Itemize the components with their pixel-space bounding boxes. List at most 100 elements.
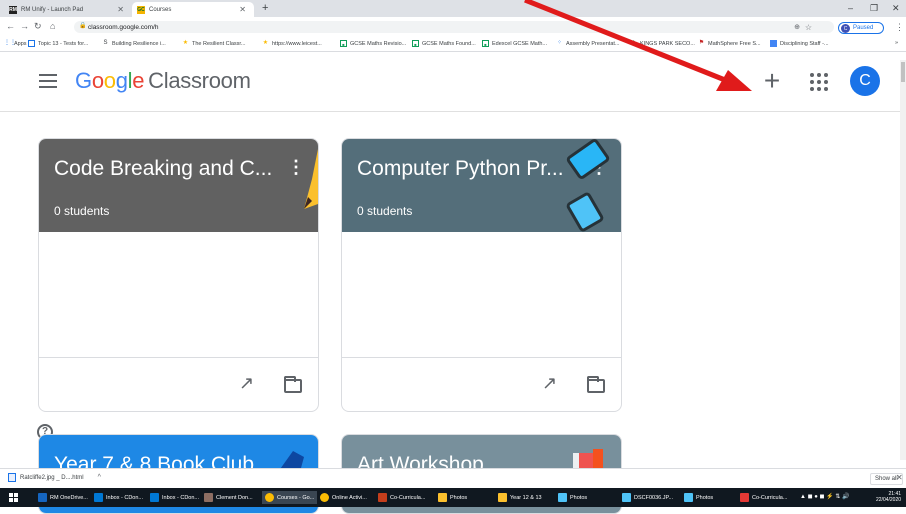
apps-grid-icon: ⋮⋮ [4,40,16,46]
course-card[interactable]: Code Breaking and C... 0 students ⋮ ↗ [38,138,319,412]
bookmark-item[interactable]: S Building Resilience i... [102,40,165,47]
bookmark-item[interactable]: ⁘ Assembly Presentat... [556,40,620,47]
bookmark-apps[interactable]: ⋮⋮ Apps [4,40,27,47]
windows-start-icon[interactable] [9,493,18,502]
account-avatar[interactable]: C [850,66,880,96]
chrome-icon [265,493,274,502]
dots-icon: ⁘ [556,40,563,46]
folder-icon [498,493,507,502]
more-bookmarks-icon[interactable]: » [895,40,898,46]
outlook-icon [94,493,103,502]
page-scrollbar[interactable] [900,60,906,460]
star-icon: ★ [262,40,269,46]
download-bar: Ratcliffe2.jpg _ D....html ^ Show all ✕ [0,468,906,488]
green-box-icon: ■ [412,40,419,47]
trending-up-icon[interactable]: ↗ [542,373,557,394]
taskbar-item[interactable]: RM OneDrive... [38,491,88,504]
course-card-header[interactable]: Computer Python Pr... 0 students ⋮ [342,139,621,232]
taskbar-item[interactable]: Inbox - CDon... [94,491,143,504]
course-card[interactable]: Computer Python Pr... 0 students ⋮ ↗ [341,138,622,412]
new-tab-button[interactable]: + [262,2,268,14]
powerpoint-icon [378,493,387,502]
folder-icon[interactable] [587,376,605,393]
back-arrow-icon[interactable]: ← [6,21,15,31]
create-or-join-class-button[interactable]: + [760,67,784,95]
home-icon[interactable]: ⌂ [50,21,55,31]
file-icon [8,473,16,482]
chrome-icon [320,493,329,502]
flag-icon: ⚑ [698,40,705,46]
taskbar-item[interactable]: Online Activi... [320,491,367,504]
forward-arrow-icon[interactable]: → [20,21,29,31]
bookmark-item[interactable]: ★ The Resilient Classr... [182,40,246,47]
course-student-count: 0 students [357,204,413,218]
clock-date: 22/04/2020 [876,497,902,503]
folder-icon [438,493,447,502]
taskbar-item[interactable]: Photos [558,491,587,504]
tab-close-icon[interactable]: ✕ [239,5,246,14]
google-classroom-logo[interactable]: Google Classroom [75,68,251,94]
browser-tab-rm-unify[interactable]: RM RM Unify - Launch Pad ✕ [4,2,132,17]
taskbar-item[interactable]: Co-Curricula... [378,491,425,504]
address-bar-row: ← → ↻ ⌂ 🔒 classroom.google.com/h ⊕ ☆ [0,17,906,37]
bookmark-item[interactable]: ■ GCSE Maths Revisio... [340,40,406,47]
tab-title: Courses [149,6,172,13]
pdf-icon [740,493,749,502]
crest-icon: ◈ [631,40,636,46]
bookmark-item[interactable]: ■ Edexcel GCSE Math... [482,40,547,47]
reload-icon[interactable]: ↻ [34,21,42,32]
close-window-button[interactable]: ✕ [892,3,900,14]
download-item[interactable]: Ratcliffe2.jpg _ D....html ^ [8,473,101,482]
taskbar-item[interactable]: Photos [684,491,713,504]
taskbar-item[interactable]: Photos [438,491,467,504]
taskbar-item[interactable]: Co-Curricula... [740,491,787,504]
onedrive-icon [38,493,47,502]
browser-tab-courses[interactable]: GC Courses ✕ [132,2,254,17]
zoom-icon[interactable]: ⊕ [794,23,800,31]
bookmark-item[interactable]: Disciplining Staff -... [770,40,829,47]
course-card-footer: ↗ [342,357,621,411]
bookmark-item[interactable]: ◈ KINGS PARK SECO... [630,40,695,47]
course-card-footer: ↗ [39,357,318,411]
close-download-bar-icon[interactable]: ✕ [896,473,903,482]
outlook-icon [150,493,159,502]
chevron-up-icon[interactable]: ^ [98,474,101,481]
taskbar-clock[interactable]: 21:41 22/04/2020 [876,491,901,503]
bookmark-item[interactable]: ★ https://www.leicest... [262,40,322,47]
doc-icon [28,40,35,47]
taskbar-item[interactable]: Inbox - CDon... [150,491,199,504]
profile-avatar-icon: C [841,24,850,33]
google-apps-icon[interactable] [810,73,828,91]
folder-icon[interactable] [284,376,302,393]
browser-menu-icon[interactable]: ⋮ [895,22,904,33]
course-student-count: 0 students [54,204,110,218]
profile-paused-button[interactable]: C Paused [838,22,884,34]
lock-icon: 🔒 [79,23,87,29]
course-card-header[interactable]: Code Breaking and C... 0 students ⋮ [39,139,318,232]
scrollbar-thumb[interactable] [901,62,905,82]
minimize-button[interactable]: – [848,3,853,13]
url-text: classroom.google.com/h [88,23,159,31]
taskbar-item[interactable]: Clement Don... [204,491,253,504]
photos-icon [622,493,631,502]
main-menu-icon[interactable] [39,74,57,88]
system-tray[interactable]: ▲ ◼ ● ◼ ⚡ ⇅ 🔊 [800,493,850,500]
photos-icon [684,493,693,502]
url-input[interactable]: 🔒 classroom.google.com/h ⊕ ☆ [74,21,834,33]
taskbar-item[interactable]: Year 12 & 13 [498,491,542,504]
restore-button[interactable]: ❐ [870,3,878,14]
bookmark-item[interactable]: ⚑ MathSphere Free S... [698,40,761,47]
rm-favicon-icon: RM [9,5,17,14]
blue-square-icon [770,40,777,47]
taskbar-item[interactable]: Courses - Go... [262,491,318,504]
bookmark-star-icon[interactable]: ☆ [805,23,812,32]
bookmark-item[interactable]: Topic 13 - Tests for... [28,40,88,47]
trending-up-icon[interactable]: ↗ [239,373,254,394]
tab-close-icon[interactable]: ✕ [117,5,124,14]
course-title[interactable]: Code Breaking and C... [54,157,272,181]
taskbar-item[interactable]: DSCF0036.JP... [622,491,673,504]
bookmark-item[interactable]: ■ GCSE Maths Found... [412,40,476,47]
product-name: Classroom [148,68,251,93]
devices-illustration-icon [566,139,610,232]
course-title[interactable]: Computer Python Pr... [357,157,564,181]
